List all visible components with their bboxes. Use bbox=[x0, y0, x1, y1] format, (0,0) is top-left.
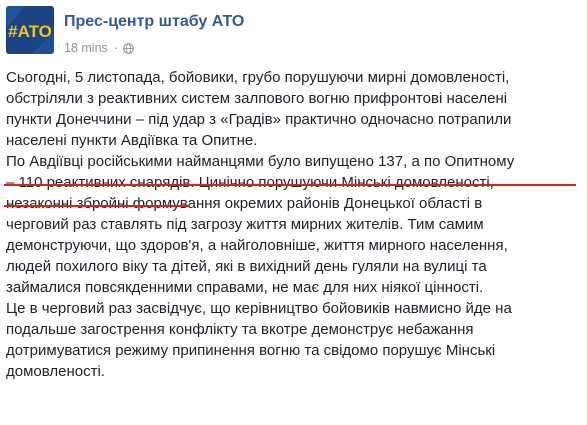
text-line: населені пункти Авдіївка та Опитне. bbox=[6, 132, 258, 149]
post-body: Сьогодні, 5 листопада, бойовики, грубо п… bbox=[6, 67, 581, 382]
text-line: черговий раз ставлять під загрозу життя … bbox=[6, 216, 484, 233]
text-line: домовленості. bbox=[6, 363, 105, 380]
post-header: #ATO Прес-центр штабу АТО 18 mins · bbox=[6, 6, 581, 56]
paragraph-1: Сьогодні, 5 листопада, бойовики, грубо п… bbox=[6, 67, 581, 151]
paragraph-2: По Авдіївці російськими найманцями було … bbox=[6, 151, 581, 298]
paragraph-3: Це в черговий раз засвідчує, що керівниц… bbox=[6, 298, 581, 382]
text-line: подальше загострення конфлікту та вкотре… bbox=[6, 321, 474, 338]
text-line: займалися повсякденними справами, не має… bbox=[6, 279, 484, 296]
text-line: обстріляли з реактивних систем залпового… bbox=[6, 90, 508, 107]
post-timestamp[interactable]: 18 mins bbox=[64, 41, 108, 55]
post-meta: 18 mins · bbox=[64, 40, 134, 56]
text-fragment: Цинічно порушуючи Мінські домовленості, bbox=[194, 174, 494, 191]
meta-separator: · bbox=[113, 41, 118, 55]
red-underline-1 bbox=[4, 184, 576, 186]
text-line: Це в черговий раз засвідчує, що керівниц… bbox=[6, 300, 512, 317]
text-line: Сьогодні, 5 листопада, бойовики, грубо п… bbox=[6, 69, 510, 86]
highlighted-text-line: По Авдіївці російськими найманцями було … bbox=[6, 153, 515, 170]
text-line: демонструючи, що здоров'я, а найголовніш… bbox=[6, 237, 508, 254]
globe-icon[interactable] bbox=[123, 42, 134, 54]
ato-logo-icon: #ATO bbox=[6, 6, 54, 54]
page-avatar[interactable]: #ATO bbox=[6, 6, 54, 54]
page-name-link[interactable]: Прес-центр штабу АТО bbox=[64, 13, 244, 31]
red-underline-2 bbox=[4, 205, 190, 207]
text-line-mixed: – 110 реактивних снарядів. Цинічно поруш… bbox=[6, 172, 581, 193]
svg-text:#ATO: #ATO bbox=[8, 22, 52, 41]
text-line: пункти Донеччини – під удар з «Градів» п… bbox=[6, 111, 512, 128]
text-line: незаконні збройні формування окремих рай… bbox=[6, 195, 483, 212]
text-line: дотримуватися режиму припинення вогню та… bbox=[6, 342, 496, 359]
text-line: людей похилого віку та дітей, які в вихі… bbox=[6, 258, 487, 275]
highlighted-text-fragment: – 110 реактивних снарядів. bbox=[6, 174, 195, 191]
